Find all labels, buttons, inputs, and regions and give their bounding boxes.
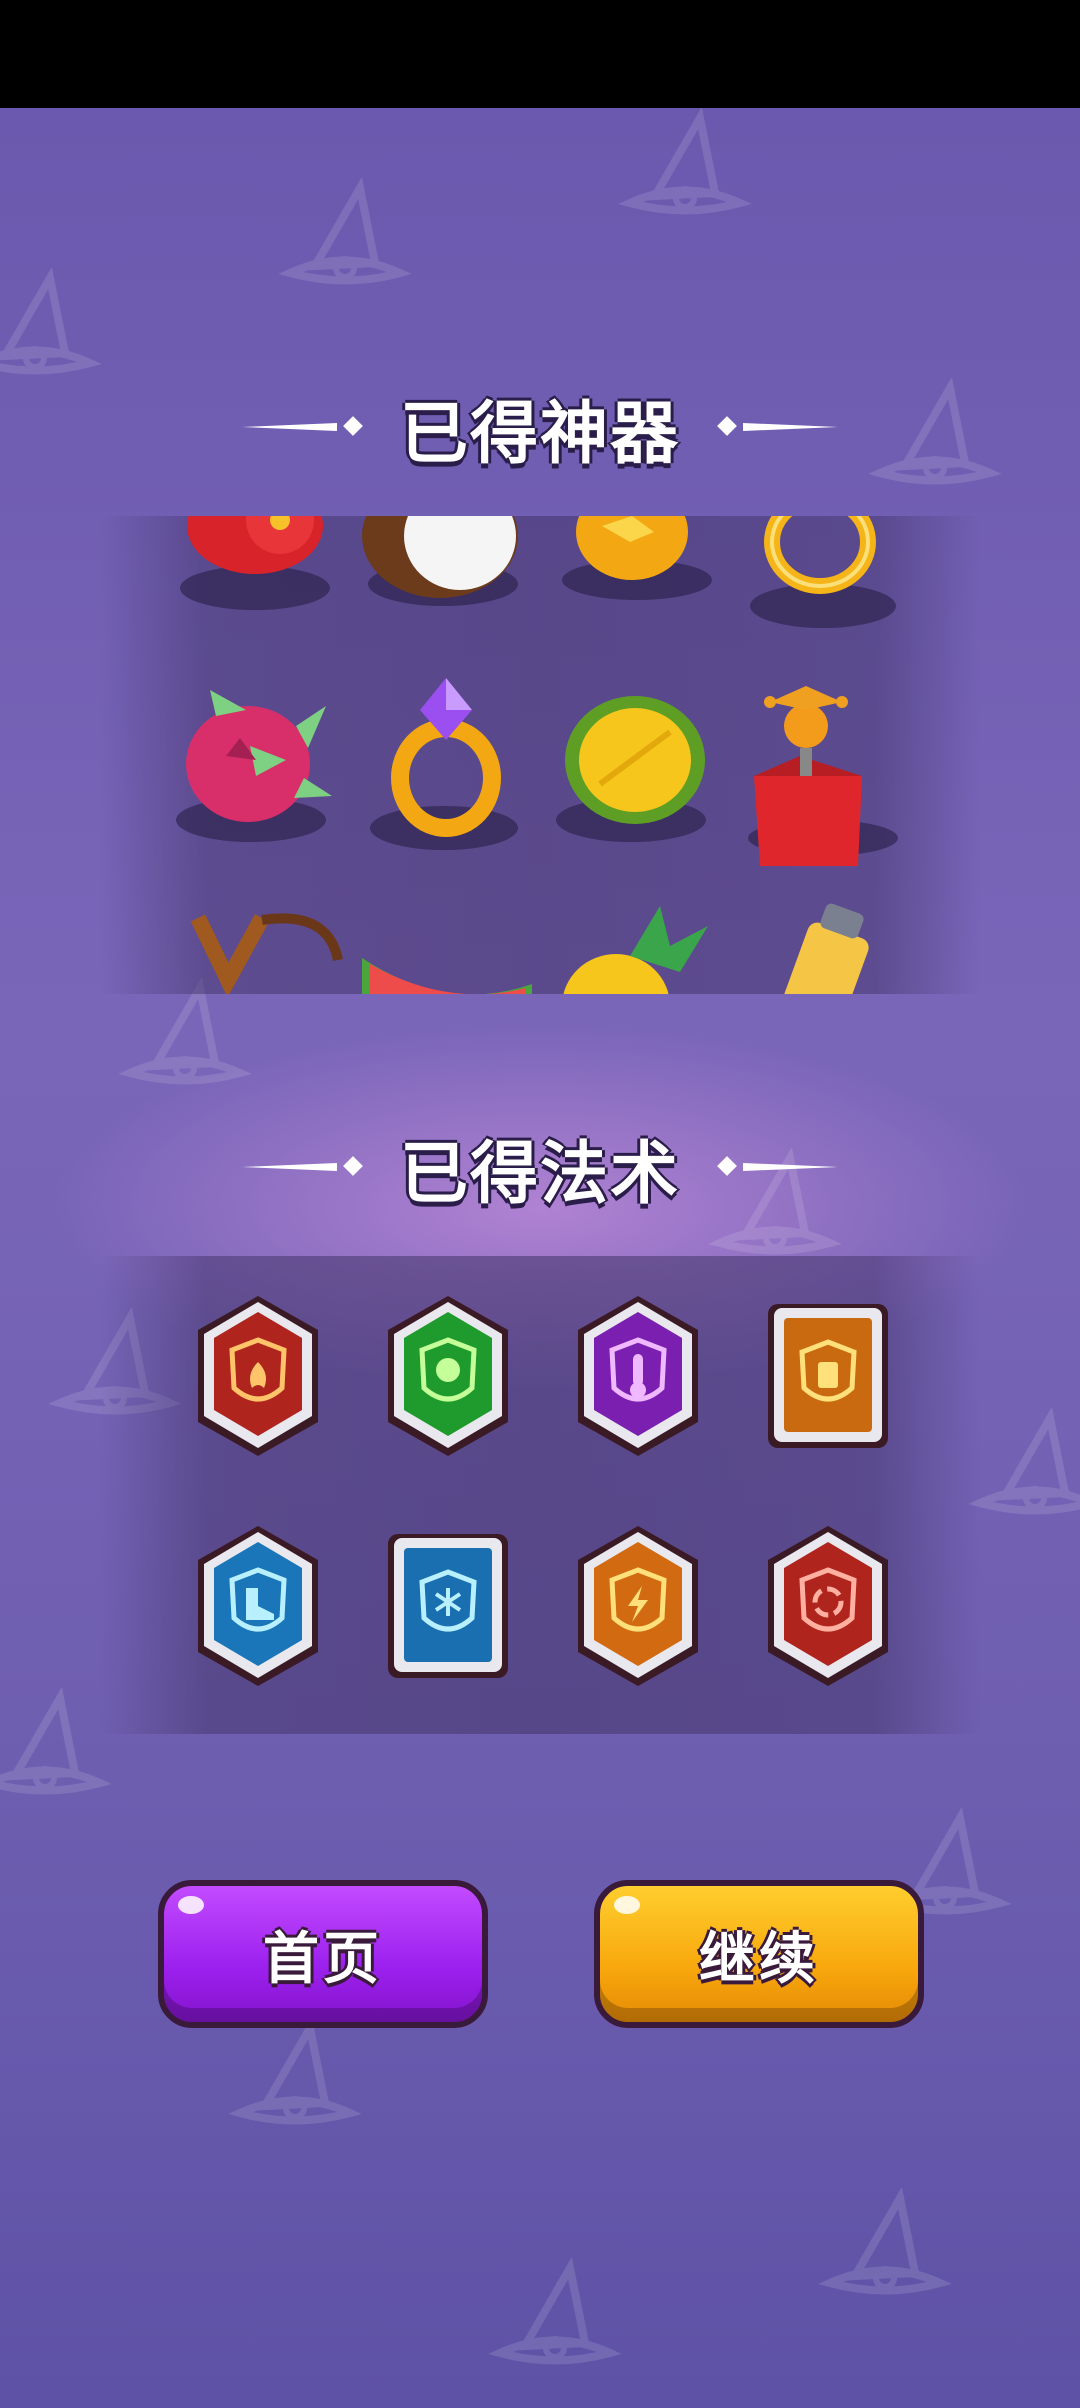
wizard-hat-icon <box>488 2258 622 2365</box>
left-flourish-icon <box>241 1156 363 1176</box>
wizard-hat-icon <box>818 2188 952 2295</box>
coconut-icon <box>362 516 518 598</box>
lightning-shield-icon[interactable] <box>574 1522 702 1690</box>
fire-shield-icon[interactable] <box>194 1292 322 1460</box>
wizard-hat-icon <box>118 978 252 1085</box>
amethyst-ring-icon <box>391 678 501 837</box>
poison-shield-icon[interactable] <box>384 1292 512 1460</box>
pineapple-icon <box>563 906 708 994</box>
wizard-hat-icon <box>618 108 752 215</box>
cycle-shield-icon[interactable] <box>764 1522 892 1690</box>
home-button[interactable]: 首页 <box>158 1880 488 2028</box>
button-gloss <box>178 1896 204 1914</box>
wizard-hat-icon <box>0 268 102 375</box>
artifacts-grid[interactable] <box>100 516 980 994</box>
tomato-icon <box>187 516 323 574</box>
gold-ring-icon <box>764 516 876 594</box>
continue-button-label: 继续 <box>699 1926 819 1992</box>
spells-title: 已得法术 <box>399 1134 680 1214</box>
dragon-fruit-icon <box>186 690 332 822</box>
home-button-label: 首页 <box>263 1926 383 1992</box>
spells-grid[interactable] <box>100 1256 980 1734</box>
right-flourish-icon <box>717 416 838 436</box>
lemon-icon <box>576 516 688 580</box>
artifacts-title: 已得神器 <box>399 394 680 474</box>
slingshot-icon <box>190 913 343 994</box>
battery-shield-icon[interactable] <box>764 1292 892 1460</box>
wizard-hat-icon <box>228 2018 362 2125</box>
ice-shield-icon[interactable] <box>384 1522 512 1690</box>
battery-icon <box>783 903 869 994</box>
wizard-hat-icon <box>278 178 412 285</box>
artifacts-section-header: 已得神器 <box>0 372 1080 482</box>
watermelon-icon <box>362 958 532 994</box>
continue-button[interactable]: 继续 <box>594 1880 924 2028</box>
spells-section-header: 已得法术 <box>0 1112 1080 1222</box>
button-gloss <box>614 1896 640 1914</box>
left-flourish-icon <box>241 416 363 436</box>
boot-shield-icon[interactable] <box>194 1522 322 1690</box>
right-flourish-icon <box>717 1156 838 1176</box>
durian-icon <box>565 696 705 824</box>
thermometer-shield-icon[interactable] <box>574 1292 702 1460</box>
jack-in-the-box-icon <box>754 686 862 866</box>
status-bar <box>0 0 1080 108</box>
